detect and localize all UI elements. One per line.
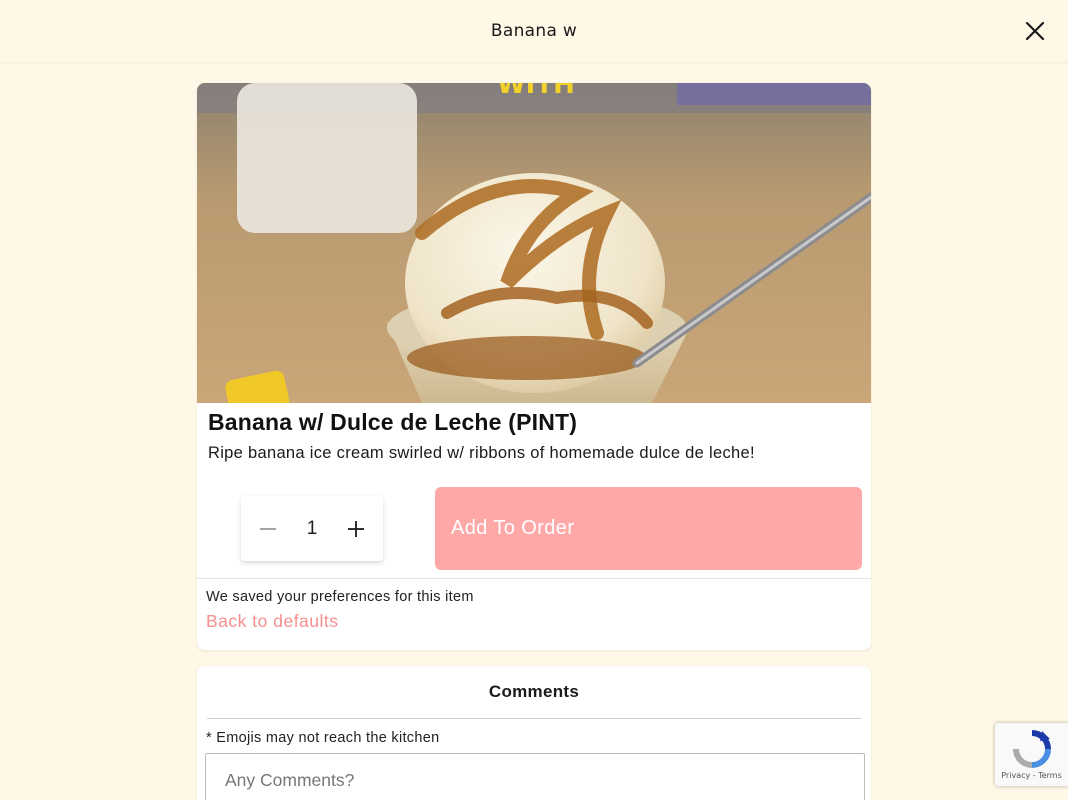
plus-icon	[347, 520, 364, 537]
svg-text:WITH: WITH	[497, 83, 575, 100]
close-button[interactable]	[1022, 18, 1048, 44]
recaptcha-links[interactable]: Privacy - Terms	[1001, 771, 1062, 780]
back-to-defaults-link[interactable]: Back to defaults	[206, 611, 339, 632]
modal-header: Banana w	[0, 0, 1068, 62]
close-icon	[1025, 21, 1045, 41]
increase-quantity-button[interactable]	[343, 516, 369, 542]
item-image: WITH	[197, 83, 871, 403]
quantity-stepper: 1	[241, 496, 383, 561]
comments-title: Comments	[488, 682, 580, 701]
modal-title: Banana w	[490, 21, 578, 41]
recaptcha-icon	[1012, 730, 1051, 768]
item-title: Banana w/ Dulce de Leche (PINT)	[208, 409, 578, 435]
decrease-quantity-button[interactable]	[255, 516, 281, 542]
comments-divider	[207, 718, 861, 719]
recaptcha-badge[interactable]: Privacy - Terms	[995, 723, 1068, 786]
comments-input[interactable]	[205, 753, 865, 800]
quantity-value: 1	[306, 517, 318, 539]
emoji-note: * Emojis may not reach the kitchen	[206, 730, 440, 746]
saved-preferences-message: We saved your preferences for this item	[206, 589, 474, 605]
add-to-order-button[interactable]: Add To Order	[435, 487, 862, 570]
ice-cream-photo: WITH	[197, 83, 871, 403]
item-card: WITH Banana w/ Dulce de Leche (PINT) Rip…	[197, 83, 871, 650]
divider	[197, 578, 871, 579]
comments-card: Comments * Emojis may not reach the kitc…	[197, 666, 871, 800]
item-description: Ripe banana ice cream swirled w/ ribbons…	[208, 444, 755, 462]
minus-icon	[260, 527, 276, 530]
